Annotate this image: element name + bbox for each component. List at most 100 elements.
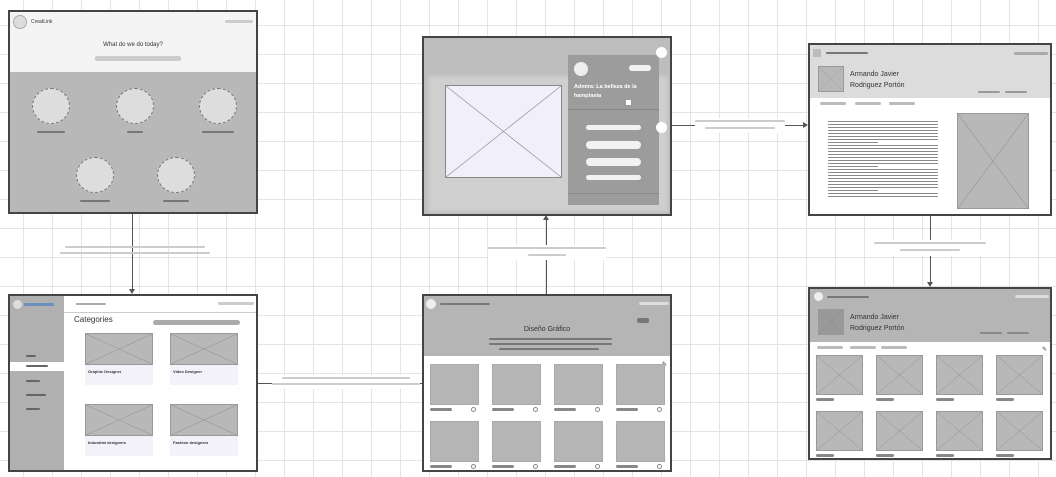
page-title: Categories	[74, 315, 113, 324]
nav-links[interactable]	[827, 296, 869, 298]
publication-thumbnail[interactable]	[554, 421, 603, 462]
publication-stats	[876, 454, 894, 457]
publication-stats	[996, 454, 1014, 457]
connector-label	[488, 245, 606, 260]
brand-name: CreatLink	[31, 19, 53, 25]
publication-stats	[554, 465, 576, 468]
category-card-label: Video Designer	[173, 369, 203, 374]
profile-button[interactable]	[978, 91, 1000, 93]
publication-stats	[936, 454, 954, 457]
profile-tab[interactable]	[889, 102, 915, 105]
category-circle[interactable]	[116, 88, 154, 124]
sidebar-item-active[interactable]	[10, 362, 64, 371]
logo	[426, 299, 436, 309]
publication-stats	[430, 465, 452, 468]
category-circle[interactable]	[157, 157, 195, 193]
text-line	[828, 181, 938, 182]
portfolio-thumbnail[interactable]	[816, 411, 863, 451]
text-line	[828, 148, 938, 149]
like-icon[interactable]	[657, 464, 662, 469]
profile-image	[957, 113, 1029, 209]
portfolio-thumbnail[interactable]	[816, 355, 863, 395]
follow-button[interactable]	[637, 318, 649, 323]
like-icon[interactable]	[533, 464, 538, 469]
text-line	[828, 151, 938, 152]
user-menu[interactable]	[225, 20, 253, 23]
sidebar-item[interactable]	[26, 408, 40, 410]
portfolio-screen: Armando Javier Rodriguez Portón ✎	[808, 287, 1052, 460]
profile-tab[interactable]	[881, 346, 907, 349]
publication-thumbnail[interactable]	[492, 421, 541, 462]
name-line: Rodriguez Portón	[850, 325, 905, 332]
logo	[13, 300, 22, 309]
portfolio-thumbnail[interactable]	[876, 411, 923, 451]
publication-stats	[554, 408, 576, 411]
like-icon[interactable]	[595, 464, 600, 469]
profile-tab[interactable]	[817, 346, 843, 349]
text-line	[828, 136, 938, 137]
user-menu[interactable]	[1014, 52, 1048, 55]
filter-icon[interactable]: ✎	[1042, 346, 1047, 353]
text-line	[828, 169, 938, 170]
portfolio-thumbnail[interactable]	[996, 355, 1043, 395]
publication-thumbnail[interactable]	[616, 421, 665, 462]
user-menu[interactable]	[218, 302, 254, 305]
close-icon[interactable]	[656, 47, 667, 58]
category-card[interactable]: Graphic Designer	[85, 333, 153, 385]
like-icon[interactable]	[657, 407, 662, 412]
like-icon[interactable]	[595, 407, 600, 412]
category-card[interactable]: Video Designer	[170, 333, 238, 385]
profile-tab[interactable]	[850, 346, 876, 349]
user-menu[interactable]	[1015, 295, 1049, 298]
text-line	[828, 121, 938, 122]
category-circle[interactable]	[199, 88, 237, 124]
sidebar-item[interactable]	[26, 380, 40, 382]
publication-modal-screen: Admira: La belleza de la hamplasta	[422, 36, 672, 216]
sidebar-item[interactable]	[26, 394, 46, 396]
nav-links[interactable]	[440, 303, 490, 305]
follow-button[interactable]	[629, 65, 651, 71]
text-line	[828, 163, 938, 164]
text-line	[828, 175, 938, 176]
portfolio-thumbnail[interactable]	[936, 411, 983, 451]
category-circle[interactable]	[32, 88, 70, 124]
portfolio-thumbnail[interactable]	[936, 355, 983, 395]
publication-stats	[616, 408, 638, 411]
search-input[interactable]	[95, 56, 181, 61]
text-line	[828, 190, 878, 191]
sidebar-item[interactable]	[26, 355, 36, 357]
category-card[interactable]: Fashion designers	[170, 404, 238, 456]
profile-button[interactable]	[1007, 332, 1029, 334]
publication-thumbnail[interactable]	[554, 364, 603, 405]
save-checkbox[interactable]	[626, 100, 631, 105]
logo	[813, 49, 821, 57]
like-icon[interactable]	[471, 464, 476, 469]
nav-links[interactable]	[826, 52, 868, 54]
profile-button[interactable]	[1005, 91, 1027, 93]
like-icon[interactable]	[471, 407, 476, 412]
portfolio-thumbnail[interactable]	[996, 411, 1043, 451]
profile-tab[interactable]	[855, 102, 881, 105]
publication-stats	[492, 408, 514, 411]
publication-stats	[616, 465, 638, 468]
text-line	[828, 187, 938, 188]
text-line	[828, 172, 938, 173]
publication-thumbnail[interactable]	[616, 364, 665, 405]
publication-thumbnail[interactable]	[430, 421, 479, 462]
filter-dropdown[interactable]	[153, 320, 240, 325]
profile-tab[interactable]	[820, 102, 846, 105]
connector-label	[874, 240, 986, 256]
user-menu[interactable]	[639, 302, 669, 305]
profile-name: Armando Javier Rodriguez Portón	[850, 312, 904, 334]
publication-stats	[816, 398, 834, 401]
portfolio-thumbnail[interactable]	[876, 355, 923, 395]
publication-thumbnail[interactable]	[430, 364, 479, 405]
category-card[interactable]: Industrial designers	[85, 404, 153, 456]
publication-thumbnail[interactable]	[492, 364, 541, 405]
like-icon[interactable]	[533, 407, 538, 412]
profile-button[interactable]	[980, 332, 1002, 334]
logo	[814, 292, 823, 301]
next-arrow-icon[interactable]	[656, 122, 667, 133]
category-card-label: Industrial designers	[88, 440, 127, 445]
category-circle[interactable]	[76, 157, 114, 193]
